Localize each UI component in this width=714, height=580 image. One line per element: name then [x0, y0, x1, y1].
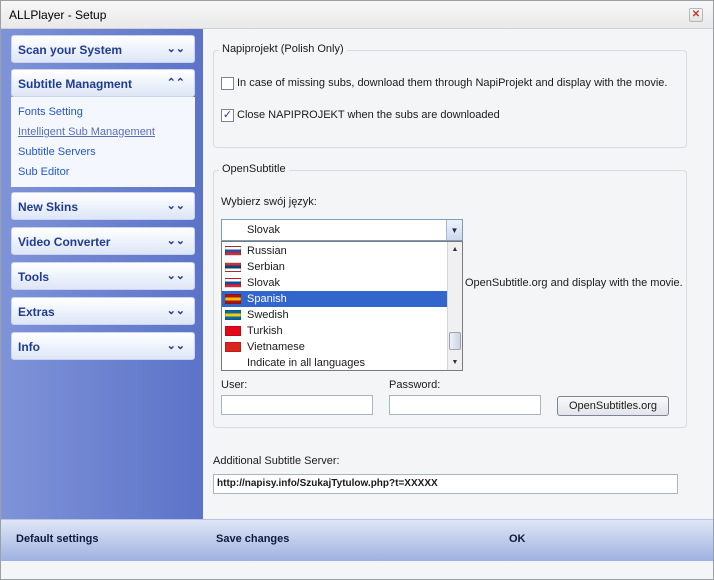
- flag-icon: [225, 310, 241, 320]
- chevron-down-icon: ⌄⌄: [166, 200, 185, 212]
- user-label: User:: [221, 379, 248, 391]
- language-label: Wybierz swój język:: [221, 196, 317, 208]
- additional-server-label: Additional Subtitle Server:: [213, 455, 340, 467]
- sidebar-section-scan-your-system[interactable]: Scan your System ⌄⌄: [11, 35, 195, 63]
- sidebar-section-tools[interactable]: Tools ⌄⌄: [11, 262, 195, 290]
- language-option[interactable]: Vietnamese: [222, 339, 447, 355]
- napiprojekt-group: [213, 50, 687, 148]
- submenu-subtitle-servers[interactable]: Subtitle Servers: [18, 146, 96, 158]
- title-bar: ALLPlayer - Setup ✕: [1, 1, 713, 29]
- flag-icon: [225, 342, 241, 352]
- language-option[interactable]: Turkish: [222, 323, 447, 339]
- section-label: New Skins: [18, 200, 79, 214]
- flag-icon: [225, 278, 241, 288]
- close-icon: ✕: [691, 9, 701, 20]
- language-dropdown-list[interactable]: ▲ ▼ Russian Serbian Slovak Spanish Swedish Tu…: [221, 241, 463, 371]
- scroll-up-icon[interactable]: ▲: [448, 242, 462, 256]
- language-option-label: Turkish: [247, 325, 283, 337]
- settings-content: Napiprojekt (Polish Only) In case of mis…: [203, 29, 713, 519]
- language-select-value: Slovak: [247, 224, 281, 236]
- window-title: ALLPlayer - Setup: [9, 8, 107, 22]
- opensubtitle-download-label: OpenSubtitle.org and display with the mo…: [465, 277, 683, 289]
- napiprojekt-title: Napiprojekt (Polish Only): [219, 43, 347, 55]
- subtitle-submenu: Fonts Setting Intelligent Sub Management…: [11, 97, 195, 187]
- language-option-label: Indicate in all languages: [247, 357, 366, 369]
- language-option-label: Russian: [247, 245, 287, 257]
- ok-button[interactable]: OK: [509, 533, 526, 545]
- language-option[interactable]: Slovak: [222, 275, 447, 291]
- sidebar-section-subtitle-management[interactable]: Subtitle Managment ⌃⌃: [11, 69, 195, 97]
- dropdown-arrow-icon[interactable]: ▼: [446, 220, 462, 240]
- flag-icon: [225, 358, 241, 368]
- language-option-label: Spanish: [247, 293, 287, 305]
- scroll-down-icon[interactable]: ▼: [448, 355, 462, 369]
- user-input[interactable]: [221, 395, 373, 415]
- sidebar-section-new-skins[interactable]: New Skins ⌄⌄: [11, 192, 195, 220]
- section-label: Info: [18, 340, 40, 354]
- default-settings-button[interactable]: Default settings: [16, 533, 99, 545]
- password-input[interactable]: [389, 395, 541, 415]
- dropdown-scrollbar[interactable]: ▲ ▼: [447, 242, 462, 370]
- password-label: Password:: [389, 379, 441, 391]
- section-label: Subtitle Managment: [18, 77, 133, 91]
- sidebar-section-extras[interactable]: Extras ⌄⌄: [11, 297, 195, 325]
- language-option-label: Swedish: [247, 309, 289, 321]
- sidebar: Scan your System ⌄⌄ Subtitle Managment ⌃…: [1, 29, 203, 519]
- submenu-fonts-setting[interactable]: Fonts Setting: [18, 106, 83, 118]
- chevron-down-icon: ⌄⌄: [166, 43, 185, 55]
- language-option[interactable]: Serbian: [222, 259, 447, 275]
- save-changes-button[interactable]: Save changes: [216, 533, 289, 545]
- scroll-thumb[interactable]: [449, 332, 461, 350]
- sidebar-section-video-converter[interactable]: Video Converter ⌄⌄: [11, 227, 195, 255]
- sidebar-section-info[interactable]: Info ⌄⌄: [11, 332, 195, 360]
- language-select[interactable]: Slovak ▼: [221, 219, 463, 241]
- close-button[interactable]: ✕: [689, 8, 703, 22]
- napiprojekt-download-checkbox[interactable]: [221, 77, 234, 90]
- flag-icon: [225, 262, 241, 272]
- language-option-label: Vietnamese: [247, 341, 305, 353]
- flag-icon: [225, 294, 241, 304]
- submenu-sub-editor[interactable]: Sub Editor: [18, 166, 69, 178]
- submenu-intelligent-sub-management[interactable]: Intelligent Sub Management: [18, 126, 155, 138]
- flag-icon: [225, 246, 241, 256]
- napiprojekt-close-checkbox[interactable]: ✓: [221, 109, 234, 122]
- section-label: Video Converter: [18, 235, 111, 249]
- section-label: Tools: [18, 270, 50, 284]
- footer-bar: Default settings Save changes OK: [1, 519, 713, 561]
- chevron-down-icon: ⌄⌄: [166, 270, 185, 282]
- section-label: Scan your System: [18, 43, 123, 57]
- opensubtitles-site-button[interactable]: OpenSubtitles.org: [557, 396, 669, 416]
- language-option[interactable]: Swedish: [222, 307, 447, 323]
- chevron-down-icon: ⌄⌄: [166, 340, 185, 352]
- language-option[interactable]: Russian: [222, 243, 447, 259]
- chevron-up-icon: ⌃⌃: [166, 77, 185, 89]
- language-option-label: Slovak: [247, 277, 281, 289]
- napiprojekt-download-label: In case of missing subs, download them t…: [237, 77, 668, 89]
- additional-server-input[interactable]: http://napisy.info/SzukajTytulow.php?t=X…: [213, 474, 678, 494]
- language-option-label: Serbian: [247, 261, 285, 273]
- chevron-down-icon: ⌄⌄: [166, 235, 185, 247]
- flag-icon: [225, 326, 241, 336]
- opensubtitle-title: OpenSubtitle: [219, 163, 289, 175]
- language-option[interactable]: Spanish: [222, 291, 447, 307]
- setup-window: ALLPlayer - Setup ✕ Scan your System ⌄⌄ …: [0, 0, 714, 580]
- section-label: Extras: [18, 305, 55, 319]
- napiprojekt-close-label: Close NAPIPROJEKT when the subs are down…: [237, 109, 500, 121]
- checkmark-icon: ✓: [222, 109, 233, 121]
- language-option[interactable]: Indicate in all languages: [222, 355, 447, 371]
- chevron-down-icon: ⌄⌄: [166, 305, 185, 317]
